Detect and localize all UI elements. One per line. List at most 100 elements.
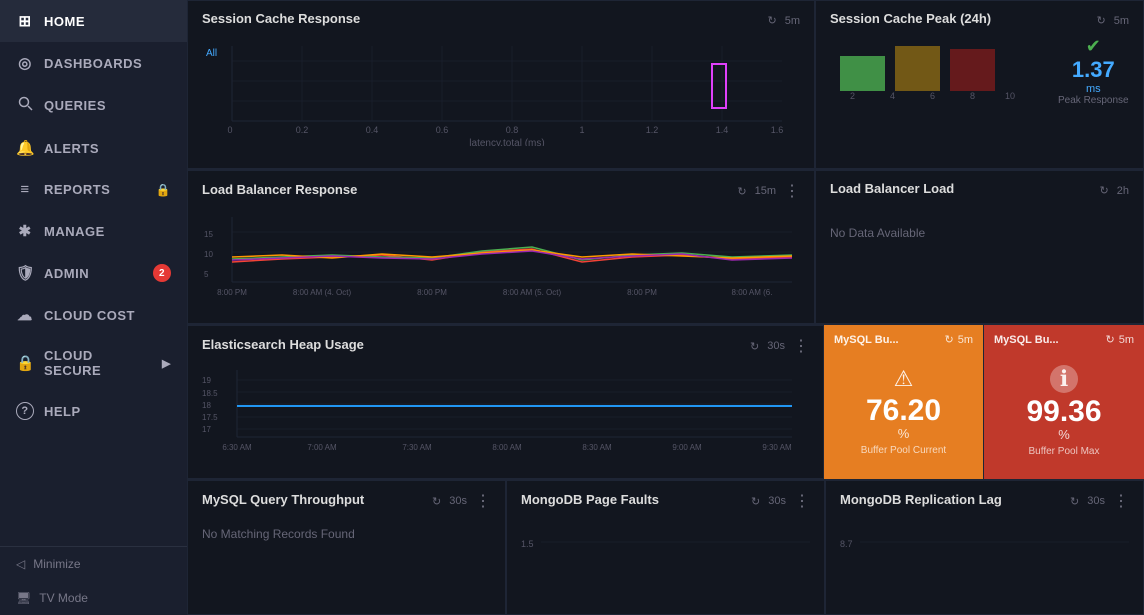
mysql-query-no-records: No Matching Records Found <box>202 517 491 551</box>
session-cache-peak-controls: ↻ 5m <box>1097 14 1130 27</box>
svg-text:0.2: 0.2 <box>296 125 309 135</box>
mysql-query-refresh-icon: ↻ <box>432 495 441 508</box>
mongodb-replication-lag-panel: MongoDB Replication Lag ↻ 30s ⋮ 8.7 <box>825 480 1144 615</box>
checkmark-icon: ✔ <box>1086 36 1101 57</box>
reports-lock-icon: 🔒 <box>156 183 171 197</box>
lb-more-icon[interactable]: ⋮ <box>784 181 800 201</box>
lb-refresh-icon: ↻ <box>737 185 746 198</box>
svg-text:8:00 AM (6.: 8:00 AM (6. <box>732 288 773 297</box>
mysql-current-unit: % <box>898 426 910 441</box>
svg-text:1.6: 1.6 <box>771 125 784 135</box>
tv-mode-button[interactable]: 🖥 TV Mode <box>0 581 187 615</box>
mysql-current-warning-icon: ⚠ <box>894 366 914 392</box>
y-axis-label: All <box>206 48 217 59</box>
svg-text:15: 15 <box>204 230 213 239</box>
mysql-max-unit: % <box>1058 427 1070 442</box>
svg-text:18: 18 <box>202 401 211 410</box>
sidebar-item-help[interactable]: ? HELP <box>0 390 187 432</box>
sidebar-item-admin[interactable]: 🛡 ADMIN 2 <box>0 252 187 294</box>
svg-text:7:00 AM: 7:00 AM <box>307 443 337 452</box>
es-more-icon[interactable]: ⋮ <box>793 336 809 356</box>
svg-text:9:30 AM: 9:30 AM <box>762 443 792 452</box>
svg-text:8:00 PM: 8:00 PM <box>217 288 247 297</box>
svg-text:6:30 AM: 6:30 AM <box>222 443 252 452</box>
cloud-secure-icon: 🔒 <box>16 354 34 372</box>
cloud-secure-arrow-icon: ▶ <box>162 357 171 370</box>
mongodb-faults-controls: ↻ 30s ⋮ <box>751 491 810 511</box>
sidebar-item-cloud-secure[interactable]: 🔒 CLOUD SECURE ▶ <box>0 336 187 390</box>
load-balancer-response-panel: Load Balancer Response ↻ 15m ⋮ 15 10 5 <box>187 170 815 324</box>
svg-text:0.4: 0.4 <box>366 125 379 135</box>
mongodb-page-faults-panel: MongoDB Page Faults ↻ 30s ⋮ 1.5 <box>506 480 825 615</box>
sidebar-label-alerts: ALERTS <box>44 141 99 156</box>
peak-value-area: ✔ 1.37 ms Peak Response <box>1058 36 1129 106</box>
mysql-current-label: Buffer Pool Current <box>861 445 946 456</box>
mongodb-repl-title: MongoDB Replication Lag <box>840 492 1002 507</box>
mysql-max-refresh: 5m <box>1119 334 1134 346</box>
mysql-current-value: 76.20 <box>866 396 941 426</box>
sidebar-label-cloud-cost: CLOUD COST <box>44 308 135 323</box>
svg-text:7:30 AM: 7:30 AM <box>402 443 432 452</box>
lb-response-chart: 15 10 5 8:00 PM 8:00 AM (4. Oct) 8:00 PM… <box>202 207 800 307</box>
mysql-query-more-icon[interactable]: ⋮ <box>475 491 491 511</box>
sidebar-item-manage[interactable]: ✱ MANAGE <box>0 210 187 252</box>
sidebar-item-reports[interactable]: ≡ REPORTS 🔒 <box>0 169 187 210</box>
sidebar-label-home: HOME <box>44 14 85 29</box>
svg-text:10: 10 <box>1005 91 1015 101</box>
svg-text:1.2: 1.2 <box>646 125 659 135</box>
svg-text:8:30 AM: 8:30 AM <box>582 443 612 452</box>
svg-text:19: 19 <box>202 376 211 385</box>
lb-response-header: Load Balancer Response ↻ 15m ⋮ <box>202 181 800 201</box>
mysql-max-info-icon: ℹ <box>1050 365 1078 393</box>
lb-load-controls: ↻ 2h <box>1100 184 1129 197</box>
session-cache-chart: All 0 0.2 0.4 0.6 <box>202 36 800 146</box>
mysql-max-controls: ↻ 5m <box>1106 333 1135 346</box>
minimize-label: Minimize <box>33 557 80 571</box>
svg-text:2: 2 <box>850 91 855 101</box>
mysql-max-refresh-icon: ↻ <box>1106 333 1115 346</box>
sidebar-item-dashboards[interactable]: ◎ DASHBOARDS <box>0 42 187 84</box>
peak-value: 1.37 <box>1072 57 1115 83</box>
mongodb-repl-refresh: 30s <box>1087 495 1105 507</box>
svg-text:8:00 AM (5. Oct): 8:00 AM (5. Oct) <box>503 288 562 297</box>
tv-mode-label: TV Mode <box>39 591 88 605</box>
sidebar-label-admin: ADMIN <box>44 266 89 281</box>
admin-icon: 🛡 <box>16 264 34 282</box>
peak-unit: ms <box>1086 83 1101 95</box>
session-cache-response-panel: Session Cache Response ↻ 5m All <box>187 0 815 169</box>
manage-icon: ✱ <box>16 222 34 240</box>
session-cache-peak-title: Session Cache Peak (24h) <box>830 11 991 26</box>
sidebar-item-queries[interactable]: QUERIES <box>0 84 187 127</box>
es-heap-chart: 19 18.5 18 17.5 17 6:30 AM 7:00 AM 7:30 … <box>202 362 809 462</box>
mysql-buffer-max-panel: MySQL Bu... ↻ 5m ℹ 99.36 % Buffer Pool M… <box>984 325 1144 479</box>
svg-text:0.8: 0.8 <box>506 125 519 135</box>
help-icon: ? <box>16 402 34 420</box>
sidebar-label-cloud-secure: CLOUD SECURE <box>44 348 152 378</box>
es-heap-title: Elasticsearch Heap Usage <box>202 337 364 352</box>
minimize-icon: ◁ <box>16 557 25 571</box>
svg-text:18.5: 18.5 <box>202 389 218 398</box>
mongodb-faults-more-icon[interactable]: ⋮ <box>794 491 810 511</box>
svg-text:1.5: 1.5 <box>521 539 534 549</box>
svg-text:10: 10 <box>204 250 213 259</box>
mongodb-faults-header: MongoDB Page Faults ↻ 30s ⋮ <box>521 491 810 511</box>
sidebar-item-cloud-cost[interactable]: ☁ CLOUD COST <box>0 294 187 336</box>
minimize-button[interactable]: ◁ Minimize <box>0 547 187 581</box>
mongodb-repl-more-icon[interactable]: ⋮ <box>1113 491 1129 511</box>
cloud-cost-icon: ☁ <box>16 306 34 324</box>
svg-text:8:00 AM (4. Oct): 8:00 AM (4. Oct) <box>293 288 352 297</box>
mongodb-repl-controls: ↻ 30s ⋮ <box>1070 491 1129 511</box>
mysql-current-refresh-icon: ↻ <box>945 333 954 346</box>
sidebar-item-home[interactable]: ⊞ HOME <box>0 0 187 42</box>
peak-chart-area: 2 4 6 8 10 ✔ 1.37 ms Peak Response <box>830 36 1129 106</box>
sidebar-item-alerts[interactable]: 🔔 ALERTS <box>0 127 187 169</box>
peak-sub-label: Peak Response <box>1058 95 1129 106</box>
sidebar-label-reports: REPORTS <box>44 182 110 197</box>
mysql-query-throughput-panel: MySQL Query Throughput ↻ 30s ⋮ No Matchi… <box>187 480 506 615</box>
session-cache-response-header: Session Cache Response ↻ 5m <box>202 11 800 30</box>
svg-text:latency.total (ms): latency.total (ms) <box>469 138 544 146</box>
mysql-current-refresh: 5m <box>958 334 973 346</box>
svg-text:4: 4 <box>890 91 895 101</box>
svg-text:5: 5 <box>204 270 209 279</box>
lb-load-no-data: No Data Available <box>830 206 1129 260</box>
